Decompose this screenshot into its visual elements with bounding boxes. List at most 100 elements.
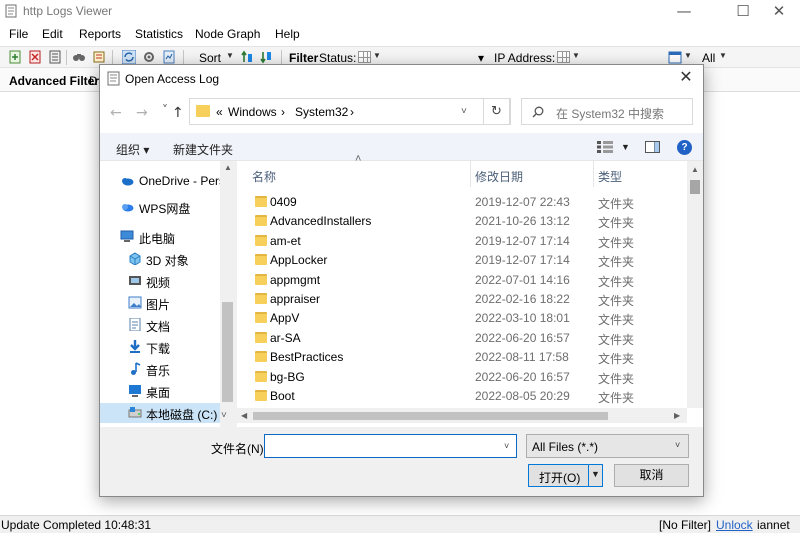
menu-edit[interactable]: Edit: [42, 27, 63, 41]
open-button[interactable]: 打开(O) ▼: [528, 464, 603, 487]
file-list-horizontal-thumb[interactable]: [253, 412, 608, 420]
scroll-up-icon[interactable]: ▲: [691, 165, 699, 174]
menu-statistics[interactable]: Statistics: [135, 27, 183, 41]
new-log-icon[interactable]: [8, 50, 22, 64]
file-row[interactable]: AppV 2022-03-10 18:01 文件夹: [237, 308, 687, 327]
back-icon[interactable]: ←: [110, 105, 122, 121]
chevron-down-icon[interactable]: ▼: [572, 51, 580, 60]
close-icon[interactable]: ✕: [756, 0, 800, 24]
breadcrumb-windows[interactable]: Windows: [228, 105, 277, 119]
file-row[interactable]: AdvancedInstallers 2021-10-26 13:12 文件夹: [237, 211, 687, 230]
scroll-left-icon[interactable]: ◀: [241, 411, 247, 420]
file-row[interactable]: appraiser 2022-02-16 18:22 文件夹: [237, 289, 687, 308]
column-header-name[interactable]: 名称: [252, 161, 276, 187]
nav-item-documents[interactable]: 文档: [100, 315, 220, 335]
sort-label[interactable]: Sort: [199, 51, 221, 65]
breadcrumb-separator[interactable]: ›: [350, 105, 354, 119]
file-row[interactable]: Boot 2022-08-05 20:29 文件夹: [237, 386, 687, 405]
all-label[interactable]: All: [702, 51, 715, 65]
address-bar[interactable]: « Windows › System32 › ˅: [189, 98, 511, 125]
menu-node-graph[interactable]: Node Graph: [195, 27, 260, 41]
column-separator[interactable]: [470, 161, 471, 187]
binoculars-icon[interactable]: [72, 50, 86, 64]
nav-item-desktop[interactable]: 桌面: [100, 381, 220, 401]
menu-file[interactable]: File: [9, 27, 28, 41]
breadcrumb-system32[interactable]: System32: [295, 105, 348, 119]
scroll-right-icon[interactable]: ▶: [674, 411, 680, 420]
nav-item-this-pc[interactable]: 此电脑: [100, 227, 220, 247]
nav-item-local-disk-c[interactable]: 本地磁盘 (C:): [100, 403, 220, 423]
status-filter-dropdown[interactable]: ▾: [478, 51, 484, 65]
help-icon[interactable]: ?: [677, 140, 692, 155]
file-list-vertical-thumb[interactable]: [690, 180, 700, 194]
close-icon[interactable]: ✕: [675, 69, 697, 89]
preview-pane-icon[interactable]: [645, 141, 660, 153]
cancel-button[interactable]: 取消: [614, 464, 689, 487]
file-type-select[interactable]: All Files (*.*) ˅: [526, 434, 689, 458]
organize-button[interactable]: 组织 ▾: [116, 141, 149, 158]
nav-item-onedrive[interactable]: OneDrive - Perso: [100, 171, 220, 191]
chevron-down-icon[interactable]: ˅: [461, 106, 467, 117]
nav-item-downloads[interactable]: 下载: [100, 337, 220, 357]
menu-reports[interactable]: Reports: [79, 27, 121, 41]
up-icon[interactable]: ↑: [172, 105, 184, 121]
calendar-icon[interactable]: [668, 50, 682, 64]
column-header-date[interactable]: 修改日期: [475, 161, 523, 187]
file-row[interactable]: bg-BG 2022-06-20 16:57 文件夹: [237, 367, 687, 386]
refresh-icon[interactable]: ↻: [483, 98, 510, 125]
scroll-up-icon[interactable]: ▲: [224, 163, 232, 172]
nav-item-wps-cloud[interactable]: WPS网盘: [100, 197, 220, 217]
file-list-horizontal-scrollbar[interactable]: ◀ ▶: [237, 408, 687, 423]
settings-icon[interactable]: [142, 50, 156, 64]
chevron-down-icon[interactable]: ˅: [162, 103, 168, 117]
filename-input[interactable]: [264, 434, 517, 458]
chevron-down-icon[interactable]: ˅: [504, 441, 509, 451]
grid-icon[interactable]: [557, 51, 570, 63]
breadcrumb-overflow[interactable]: «: [216, 105, 223, 119]
breadcrumb-separator[interactable]: ›: [281, 105, 285, 119]
open-button-label: 打开(O): [539, 471, 581, 485]
column-header-type[interactable]: 类型: [598, 161, 622, 187]
scroll-down-icon[interactable]: ˅: [221, 410, 227, 421]
list-icon[interactable]: [92, 50, 106, 64]
chevron-down-icon[interactable]: ˅: [675, 440, 680, 450]
file-row[interactable]: AppLocker 2019-12-07 17:14 文件夹: [237, 250, 687, 269]
nav-pane-scroll-thumb[interactable]: [222, 302, 233, 402]
file-list-vertical-scrollbar[interactable]: ▲: [687, 161, 703, 408]
advanced-filter-button[interactable]: Advanced Filter: [9, 74, 99, 88]
properties-icon[interactable]: [48, 50, 62, 64]
file-row[interactable]: am-et 2019-12-07 17:14 文件夹: [237, 231, 687, 250]
nav-pane-scrollbar[interactable]: ▲ ˅: [220, 161, 235, 427]
chevron-down-icon[interactable]: ▼: [226, 51, 234, 60]
search-box[interactable]: 在 System32 中搜索: [521, 98, 693, 125]
sort-ascending-icon[interactable]: [240, 50, 254, 64]
minimize-icon[interactable]: —: [661, 0, 707, 24]
nav-item-videos[interactable]: 视频: [100, 271, 220, 291]
grid-icon[interactable]: [358, 51, 371, 63]
view-options-icon[interactable]: [597, 141, 613, 153]
nav-item-music[interactable]: 音乐: [100, 359, 220, 379]
nav-item-3d-objects[interactable]: 3D 对象: [100, 249, 220, 269]
forward-icon[interactable]: →: [136, 105, 148, 121]
report-icon[interactable]: [162, 50, 176, 64]
unlock-link[interactable]: Unlock: [716, 518, 753, 532]
sort-descending-icon[interactable]: [259, 50, 273, 64]
chevron-down-icon[interactable]: ▼: [621, 142, 630, 152]
search-input[interactable]: 在 System32 中搜索: [556, 105, 664, 122]
nav-item-pictures[interactable]: 图片: [100, 293, 220, 313]
desktop-icon: [129, 385, 141, 397]
chevron-down-icon[interactable]: ▼: [591, 469, 600, 479]
file-row[interactable]: 0409 2019-12-07 22:43 文件夹: [237, 192, 687, 211]
column-separator[interactable]: [593, 161, 594, 187]
chevron-down-icon[interactable]: ▼: [373, 51, 381, 60]
command-bar: 组织 ▾ 新建文件夹 ▼ ?: [100, 133, 703, 161]
file-row[interactable]: BestPractices 2022-08-11 17:58 文件夹: [237, 347, 687, 366]
chevron-down-icon[interactable]: ▼: [684, 51, 692, 60]
chevron-down-icon[interactable]: ▼: [719, 51, 727, 60]
delete-log-icon[interactable]: [28, 50, 42, 64]
menu-help[interactable]: Help: [275, 27, 300, 41]
refresh-icon[interactable]: [122, 50, 136, 64]
new-folder-button[interactable]: 新建文件夹: [173, 141, 233, 158]
file-row[interactable]: ar-SA 2022-06-20 16:57 文件夹: [237, 328, 687, 347]
file-row[interactable]: appmgmt 2022-07-01 14:16 文件夹: [237, 270, 687, 289]
